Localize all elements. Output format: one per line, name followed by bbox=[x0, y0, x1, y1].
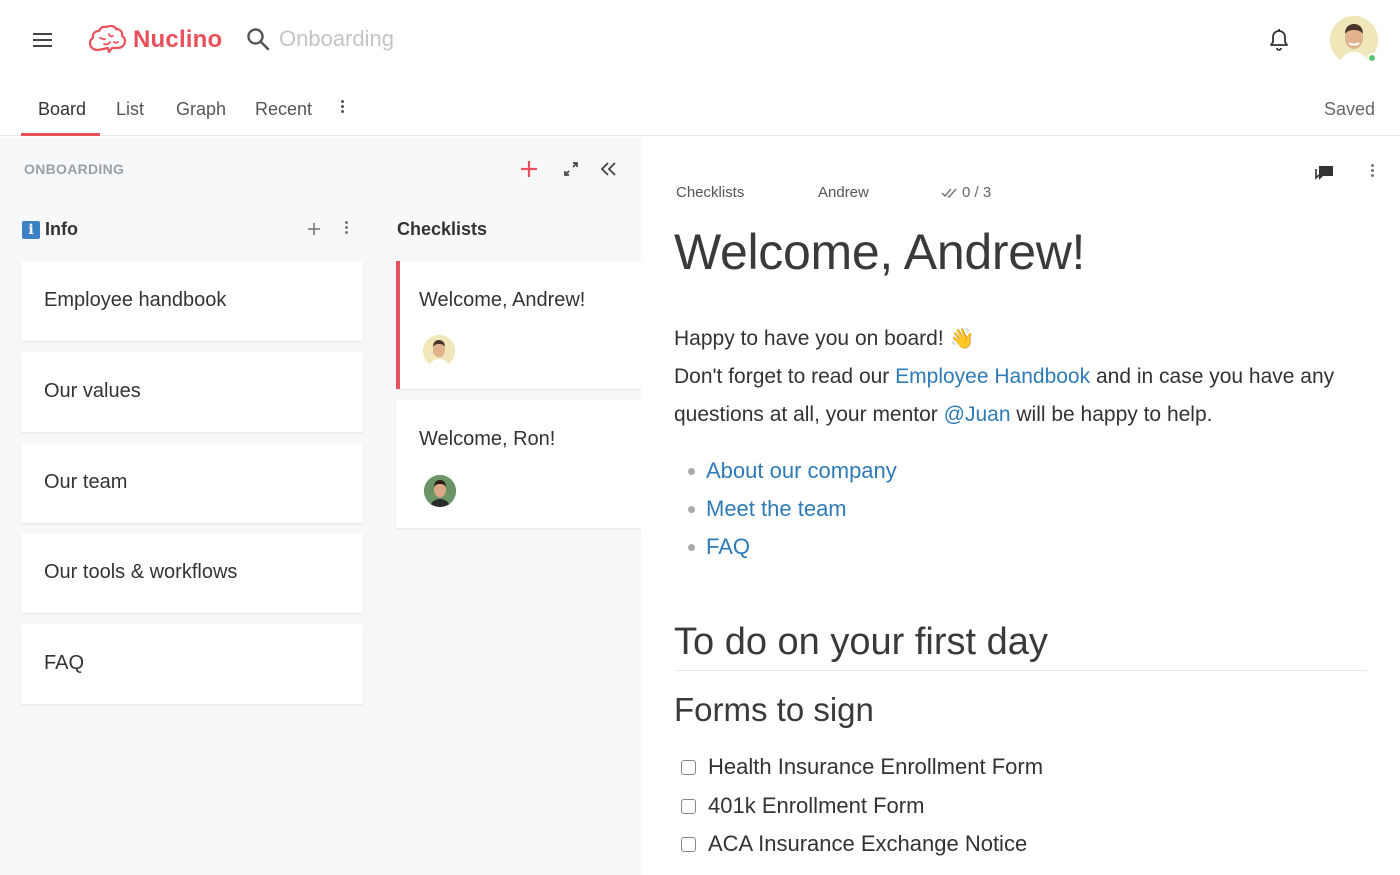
save-status: Saved bbox=[1323, 99, 1375, 119]
subsection-heading: Forms to sign bbox=[674, 691, 874, 728]
card-title: Our team bbox=[44, 471, 128, 493]
card-faq[interactable]: FAQ bbox=[21, 624, 363, 704]
add-card-icon[interactable] bbox=[306, 221, 322, 237]
todo-label: ACA Insurance Exchange Notice bbox=[708, 831, 1028, 856]
app-logo[interactable]: Nuclino bbox=[87, 24, 222, 56]
view-tabs: Board List Graph Recent Saved bbox=[0, 86, 1400, 136]
active-tab-indicator bbox=[21, 133, 100, 136]
card-title: FAQ bbox=[44, 652, 85, 674]
tab-board[interactable]: Board bbox=[38, 86, 86, 136]
comments-icon[interactable] bbox=[1315, 164, 1335, 182]
notifications-bell-icon[interactable] bbox=[1268, 28, 1290, 52]
intro-text: Happy to have you on board! bbox=[674, 327, 944, 350]
top-header: Nuclino bbox=[0, 0, 1400, 80]
avatar bbox=[423, 335, 455, 367]
column-header-info[interactable]: i Info bbox=[22, 219, 78, 240]
link-faq[interactable]: FAQ bbox=[688, 528, 897, 566]
card-title: Welcome, Ron! bbox=[419, 428, 556, 450]
card-title: Welcome, Andrew! bbox=[419, 289, 586, 311]
todo-item: Health Insurance Enrollment Form bbox=[681, 754, 1043, 780]
section-heading: To do on your first day bbox=[674, 621, 1367, 671]
body-text-end: will be happy to help. bbox=[1016, 403, 1213, 426]
tab-recent[interactable]: Recent bbox=[255, 86, 312, 136]
body-paragraph: Don't forget to read our Employee Handbo… bbox=[674, 358, 1364, 434]
add-item-icon[interactable] bbox=[519, 159, 539, 179]
menu-icon[interactable] bbox=[33, 33, 52, 47]
card-welcome-andrew[interactable]: Welcome, Andrew! bbox=[396, 261, 641, 389]
card-title: Our values bbox=[44, 380, 141, 402]
todo-checkbox[interactable] bbox=[681, 759, 696, 775]
column-more-icon[interactable] bbox=[340, 221, 352, 239]
mention-juan[interactable]: @Juan bbox=[944, 403, 1011, 426]
brain-logo-icon bbox=[88, 24, 127, 54]
board-title: ONBOARDING bbox=[24, 161, 125, 177]
todo-checkbox[interactable] bbox=[681, 836, 696, 852]
card-title: Employee handbook bbox=[44, 289, 227, 311]
link-meet-team[interactable]: Meet the team bbox=[688, 490, 897, 528]
column-title: Checklists bbox=[397, 219, 488, 239]
board-panel: ONBOARDING i Info Employee handbook Our … bbox=[0, 137, 641, 875]
avatar bbox=[424, 475, 456, 507]
expand-icon[interactable] bbox=[562, 160, 580, 178]
document-title: Welcome, Andrew! bbox=[674, 224, 1086, 280]
collapse-panel-icon[interactable] bbox=[598, 160, 618, 178]
employee-handbook-link[interactable]: Employee Handbook bbox=[895, 365, 1090, 388]
tab-list[interactable]: List bbox=[116, 86, 144, 136]
double-check-icon bbox=[941, 188, 957, 198]
todo-label: 401k Enrollment Form bbox=[708, 793, 925, 818]
link-about-company[interactable]: About our company bbox=[688, 452, 897, 490]
online-status-indicator bbox=[1367, 53, 1377, 63]
column-header-checklists[interactable]: Checklists bbox=[397, 219, 487, 240]
links-list: About our company Meet the team FAQ bbox=[688, 452, 897, 566]
intro-paragraph: Happy to have you on board! 👋 bbox=[674, 320, 1364, 358]
meta-progress: 0 / 3 bbox=[941, 184, 991, 201]
card-welcome-ron[interactable]: Welcome, Ron! bbox=[396, 400, 641, 528]
more-tabs-icon[interactable] bbox=[336, 100, 348, 120]
info-icon: i bbox=[22, 220, 40, 239]
waving-hand-emoji: 👋 bbox=[949, 328, 975, 350]
body-text-start: Don't forget to read our bbox=[674, 365, 890, 388]
todo-item: ACA Insurance Exchange Notice bbox=[681, 831, 1027, 857]
todo-checkbox[interactable] bbox=[681, 798, 696, 814]
card-our-team[interactable]: Our team bbox=[21, 443, 363, 523]
meta-collection[interactable]: Checklists bbox=[676, 184, 744, 201]
progress-count: 0 / 3 bbox=[962, 184, 992, 201]
todo-label: Health Insurance Enrollment Form bbox=[708, 754, 1044, 779]
document-panel: Checklists Andrew 0 / 3 Welcome, Andrew!… bbox=[641, 137, 1400, 875]
column-title: Info bbox=[45, 219, 78, 239]
search-input[interactable] bbox=[279, 26, 579, 52]
document-more-icon[interactable] bbox=[1366, 164, 1378, 182]
card-title: Our tools & workflows bbox=[44, 561, 238, 583]
card-employee-handbook[interactable]: Employee handbook bbox=[21, 261, 363, 341]
tab-graph[interactable]: Graph bbox=[176, 86, 226, 136]
app-name: Nuclino bbox=[133, 26, 223, 53]
search-bar[interactable] bbox=[245, 26, 579, 52]
meta-assignee[interactable]: Andrew bbox=[818, 184, 869, 201]
card-our-tools-workflows[interactable]: Our tools & workflows bbox=[21, 533, 363, 613]
search-icon bbox=[247, 28, 270, 51]
todo-item: 401k Enrollment Form bbox=[681, 793, 924, 819]
card-our-values[interactable]: Our values bbox=[21, 352, 363, 432]
